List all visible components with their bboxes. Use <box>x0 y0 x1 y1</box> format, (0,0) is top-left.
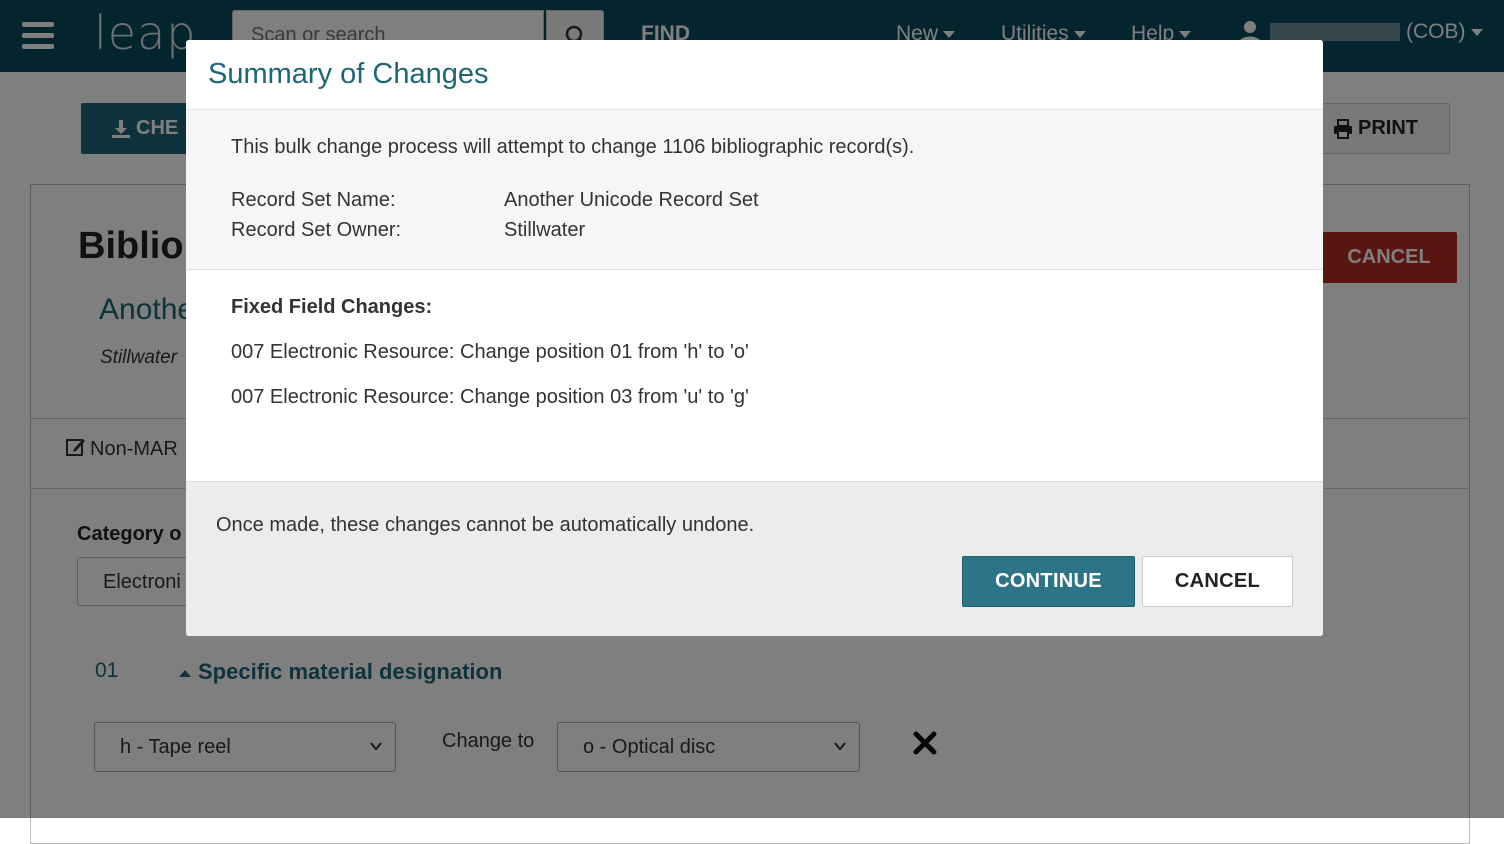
record-set-name-value: Another Unicode Record Set <box>504 189 759 211</box>
modal-cancel-button[interactable]: CANCEL <box>1142 556 1293 607</box>
change-item: 007 Electronic Resource: Change position… <box>231 386 749 408</box>
intro-text: This bulk change process will attempt to… <box>231 136 915 158</box>
record-set-owner-value: Stillwater <box>504 219 586 241</box>
change-item: 007 Electronic Resource: Change position… <box>231 341 749 363</box>
continue-button[interactable]: CONTINUE <box>962 556 1135 607</box>
modal-header: Summary of Changes <box>186 40 1323 110</box>
modal-title: Summary of Changes <box>208 58 489 90</box>
changes-heading: Fixed Field Changes: <box>231 296 433 318</box>
record-set-owner-label: Record Set Owner: <box>231 219 402 241</box>
modal-footer: Once made, these changes cannot be autom… <box>186 481 1323 636</box>
summary-modal: Summary of Changes This bulk change proc… <box>186 40 1323 636</box>
record-set-name-label: Record Set Name: <box>231 189 396 211</box>
warning-text: Once made, these changes cannot be autom… <box>216 514 755 536</box>
summary-section: This bulk change process will attempt to… <box>186 110 1323 270</box>
changes-section: Fixed Field Changes: 007 Electronic Reso… <box>186 270 1323 481</box>
